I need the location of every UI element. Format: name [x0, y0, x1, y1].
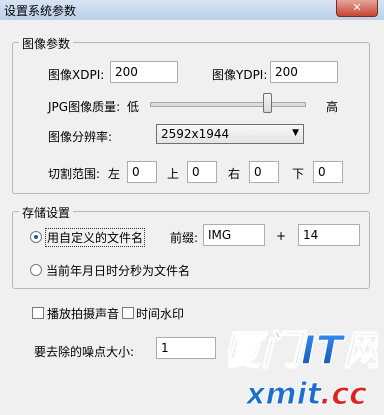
resolution-value: 2592x1944	[161, 127, 230, 141]
prefix-input[interactable]: IMG	[203, 224, 265, 246]
title-bar: 设置系统参数 ✕	[0, 0, 384, 21]
xdpi-input[interactable]: 200	[110, 61, 178, 83]
svg-text:厦门IT网: 厦门IT网	[228, 328, 378, 374]
noise-size-input[interactable]: 1	[156, 337, 216, 359]
crop-right-input[interactable]: 0	[249, 161, 279, 183]
site-logo: 厦门IT网 xmit .cc	[219, 318, 384, 412]
time-watermark-checkbox[interactable]	[122, 307, 134, 319]
crop-top-input[interactable]: 0	[187, 161, 217, 183]
crop-top-label: 上	[167, 167, 180, 181]
jpg-quality-label: JPG图像质量:	[48, 100, 121, 114]
crop-bottom-input[interactable]: 0	[313, 161, 343, 183]
quality-slider-track[interactable]	[150, 102, 306, 107]
chevron-down-icon: ▼	[292, 128, 299, 138]
play-sound-label[interactable]: 播放拍摄声音	[47, 305, 119, 322]
crop-left-label: 左	[108, 167, 121, 181]
custom-name-radio[interactable]	[30, 231, 42, 243]
crop-bottom-label: 下	[292, 167, 305, 181]
xmit-logo-icon: 厦门IT网 xmit .cc	[219, 327, 384, 412]
dialog-content: 图像参数 图像XDPI: 200 图像YDPI: 200 JPG图像质量: 低 …	[0, 20, 384, 413]
resolution-select[interactable]: 2592x1944 ▼	[156, 124, 304, 144]
crop-label: 切割范围:	[48, 167, 101, 181]
close-button[interactable]: ✕	[336, 0, 378, 17]
prefix-label: 前缀:	[170, 231, 199, 245]
close-icon: ✕	[352, 1, 362, 14]
time-watermark-label[interactable]: 时间水印	[136, 305, 184, 322]
crop-right-label: 右	[228, 167, 241, 181]
image-params-legend: 图像参数	[19, 35, 74, 52]
crop-left-input[interactable]: 0	[127, 161, 157, 183]
play-sound-checkbox[interactable]	[32, 307, 44, 319]
window-title: 设置系统参数	[4, 4, 77, 18]
ydpi-input[interactable]: 200	[270, 61, 338, 83]
quality-high-label: 高	[326, 100, 339, 114]
xdpi-label: 图像XDPI:	[48, 68, 105, 82]
svg-text:.cc: .cc	[320, 377, 367, 412]
quality-low-label: 低	[127, 100, 140, 114]
suffix-input[interactable]: 14	[298, 224, 360, 246]
datetime-name-label[interactable]: 当前年月日时分秒为文件名	[46, 262, 190, 279]
noise-size-label: 要去除的噪点大小:	[34, 345, 135, 359]
quality-slider-thumb[interactable]	[263, 93, 273, 113]
svg-text:xmit: xmit	[244, 377, 323, 412]
plus-label: +	[276, 229, 287, 243]
resolution-label: 图像分辨率:	[48, 130, 113, 144]
custom-name-label[interactable]: 用自定义的文件名	[45, 228, 146, 247]
ydpi-label: 图像YDPI:	[212, 68, 268, 82]
storage-legend: 存储设置	[19, 204, 74, 221]
datetime-name-radio[interactable]	[30, 264, 42, 276]
